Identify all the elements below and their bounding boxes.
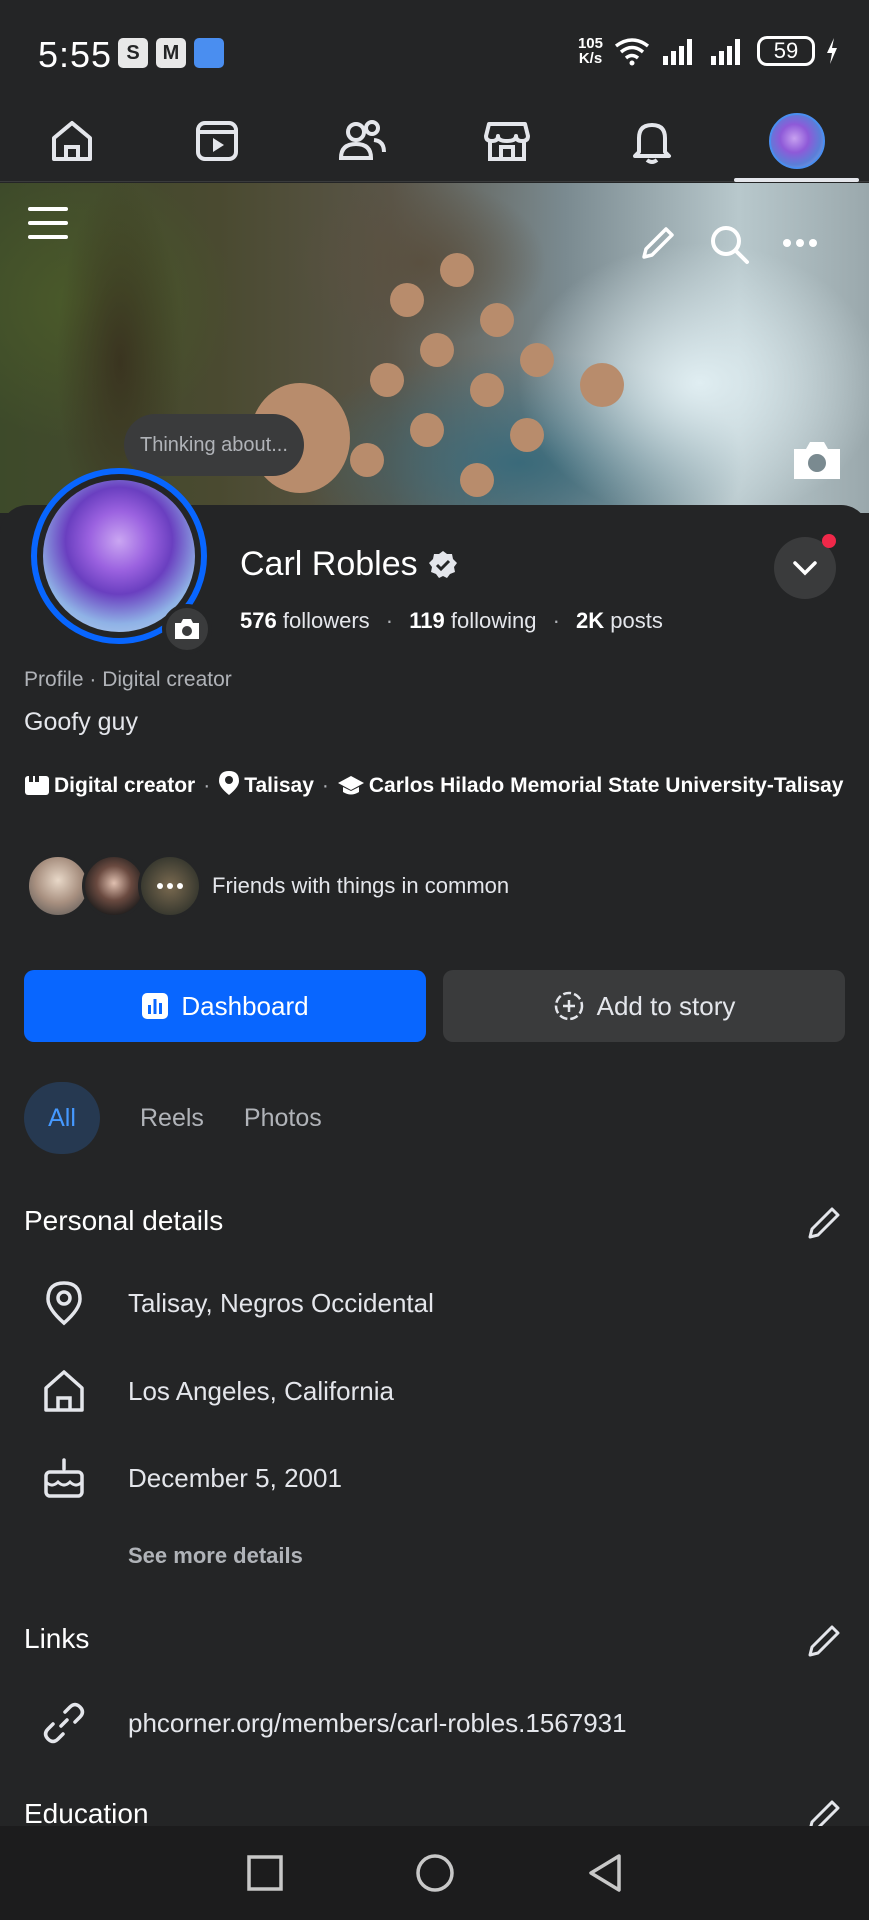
dashboard-label: Dashboard: [181, 990, 309, 1021]
friends-in-common-text: Friends with things in common: [212, 873, 510, 898]
birthday-cake-icon: [44, 1458, 84, 1498]
edit-links-icon[interactable]: [806, 1623, 842, 1659]
status-bar: 5:55 S M 105 K/s 59: [0, 0, 869, 100]
nav-notifications[interactable]: [579, 100, 724, 181]
detail-hometown: Los Angeles, California: [128, 1375, 394, 1406]
cover-photo-people: [250, 243, 710, 513]
profile-link-url[interactable]: phcorner.org/members/carl-robles.1567931: [128, 1708, 627, 1739]
location-pin-small-icon: [219, 771, 240, 795]
wifi-icon: [614, 38, 650, 66]
nav-video[interactable]: [145, 100, 290, 181]
followers-label[interactable]: followers: [283, 608, 370, 633]
status-indicators: 105 K/s 59: [578, 36, 839, 66]
location-pin-icon: [46, 1281, 82, 1326]
nav-marketplace[interactable]: [434, 100, 579, 181]
more-dots-icon: [157, 883, 183, 889]
edit-pencil-icon[interactable]: [638, 223, 678, 263]
home-outline-icon: [44, 1370, 84, 1412]
search-icon[interactable]: [708, 223, 750, 265]
profile-card: [0, 505, 869, 1825]
friend-avatar: [26, 854, 90, 918]
gmail-icon: M: [156, 38, 186, 68]
cell-signal-icon: [663, 39, 692, 65]
network-speed: 105 K/s: [577, 35, 603, 67]
add-to-story-label: Add to story: [596, 990, 736, 1021]
link-icon: [43, 1702, 85, 1744]
battery-indicator: 59: [757, 36, 815, 66]
followers-count[interactable]: 576: [240, 608, 277, 633]
back-icon[interactable]: [585, 1852, 625, 1894]
profile-stats: 576 followers · 119 following · 2K posts: [240, 608, 663, 633]
posts-label: posts: [610, 608, 663, 633]
system-navigation-bar: [0, 1826, 869, 1920]
home-icon: [52, 120, 93, 161]
nav-friends[interactable]: [290, 100, 435, 181]
detail-current-city: Talisay, Negros Occidental: [128, 1287, 434, 1318]
top-navigation: [0, 100, 869, 182]
nav-profile[interactable]: [724, 100, 869, 182]
see-more-details-link[interactable]: See more details: [128, 1543, 303, 1569]
following-label[interactable]: following: [451, 608, 537, 633]
cell-signal-2-icon: [711, 39, 740, 65]
home-circle-icon[interactable]: [414, 1852, 456, 1894]
video-icon: [196, 120, 239, 161]
edit-personal-details-icon[interactable]: [806, 1205, 842, 1241]
detail-birthday: December 5, 2001: [128, 1462, 342, 1493]
profile-avatar-icon: [768, 112, 825, 169]
profile-category: Digital creator: [102, 668, 232, 691]
charging-icon: [827, 38, 837, 64]
following-count[interactable]: 119: [409, 608, 445, 633]
mutual-friends[interactable]: Friends with things in common: [26, 854, 509, 918]
edit-education-icon[interactable]: [806, 1798, 842, 1826]
personal-details-title: Personal details: [24, 1205, 224, 1236]
marketplace-icon: [483, 121, 530, 161]
link-row[interactable]: phcorner.org/members/carl-robles.1567931: [24, 1700, 627, 1746]
profile-bio: Goofy guy: [24, 708, 138, 736]
profile-name-text: Carl Robles: [240, 545, 418, 583]
profile-intro: Digital creator · Talisay · Carlos Hilado …: [24, 770, 844, 800]
status-notification-icons: S M: [118, 38, 224, 68]
status-time: 5:55: [38, 34, 113, 75]
add-to-story-button[interactable]: Add to story: [443, 970, 845, 1042]
intro-location: Talisay: [244, 774, 314, 797]
intro-job: Digital creator: [54, 774, 196, 797]
notification-dot: [822, 534, 836, 548]
tab-reels[interactable]: Reels: [140, 1104, 204, 1133]
profile-camera-button[interactable]: [162, 604, 212, 654]
dashboard-button[interactable]: Dashboard: [24, 970, 426, 1042]
friend-avatar-more: [138, 854, 202, 918]
verified-badge-icon: [428, 550, 457, 578]
app-notification-icon: [194, 38, 224, 68]
friend-avatar: [82, 854, 146, 918]
briefcase-icon: [25, 776, 49, 795]
recent-apps-icon[interactable]: [245, 1853, 285, 1893]
tab-photos[interactable]: Photos: [244, 1104, 322, 1133]
friends-icon: [339, 119, 387, 160]
intro-school: Carlos Hilado Memorial State University-…: [368, 774, 844, 797]
detail-row-hometown: Los Angeles, California: [24, 1368, 394, 1414]
posts-count: 2K: [576, 608, 605, 633]
add-story-icon: [554, 991, 583, 1021]
bell-icon: [632, 122, 671, 164]
thinking-note-bubble[interactable]: Thinking about...: [124, 414, 304, 476]
detail-row-current-city: Talisay, Negros Occidental: [24, 1280, 434, 1326]
menu-icon[interactable]: [28, 203, 68, 243]
detail-row-birthday: December 5, 2001: [24, 1456, 342, 1500]
tab-all[interactable]: All: [24, 1082, 100, 1154]
profile-tabs: All Reels Photos: [24, 1082, 322, 1154]
chevron-down-icon: [793, 561, 817, 576]
profile-name: Carl Robles: [240, 545, 458, 584]
profile-type: Profile · Digital creator: [24, 668, 232, 691]
cover-camera-icon[interactable]: [790, 437, 844, 483]
graduation-cap-icon: [337, 776, 364, 795]
profile-type-label: Profile: [24, 668, 84, 691]
nav-home[interactable]: [0, 100, 145, 181]
dashboard-chart-icon: [142, 993, 169, 1019]
shopee-icon: S: [118, 38, 148, 68]
links-title: Links: [24, 1623, 90, 1654]
camera-icon: [175, 619, 199, 639]
more-options-icon[interactable]: [780, 233, 820, 253]
